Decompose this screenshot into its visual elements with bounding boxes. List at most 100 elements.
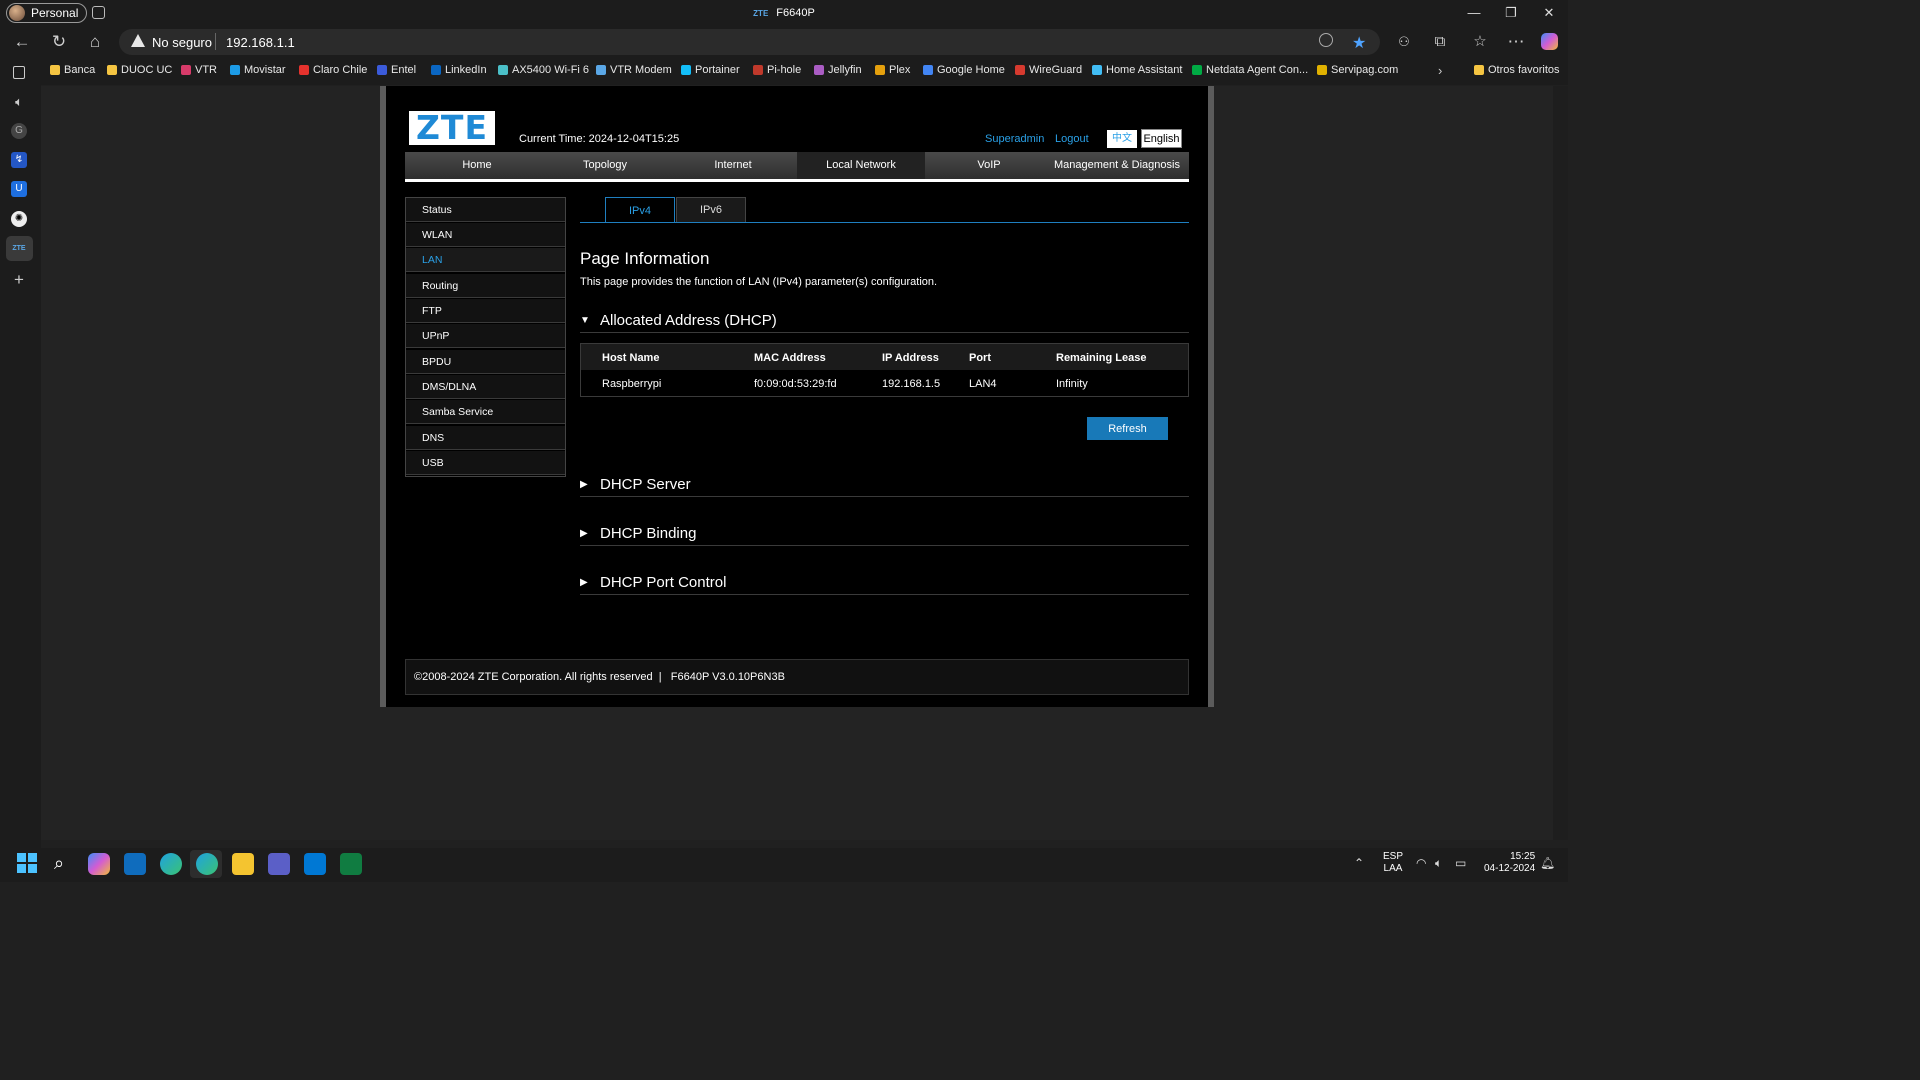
section-dhcp-server[interactable]: ▶ DHCP Server <box>580 473 1189 497</box>
th-mac-address: MAC Address <box>754 352 826 364</box>
user-link[interactable]: Superadmin <box>985 133 1044 145</box>
section-allocated-address[interactable]: ▼ Allocated Address (DHCP) <box>580 309 1189 333</box>
cell-port: LAN4 <box>969 378 997 390</box>
restore-icon[interactable]: ❐ <box>1496 4 1526 22</box>
chevron-up-icon[interactable]: ⌃ <box>1354 856 1364 870</box>
menu-samba[interactable]: Samba Service <box>406 400 565 424</box>
tab-ipv4[interactable]: IPv4 <box>605 197 675 223</box>
menu-status[interactable]: Status <box>406 198 565 222</box>
input-language[interactable]: ESP LAA <box>1383 851 1403 875</box>
vscode-icon[interactable] <box>304 853 326 875</box>
menu-wlan[interactable]: WLAN <box>406 223 565 247</box>
bookmark-item[interactable]: Pi-hole <box>753 64 801 76</box>
clock-time: 15:25 <box>1510 851 1536 862</box>
section-title: DHCP Port Control <box>600 574 727 591</box>
clock[interactable]: 15:25 04-12-2024 <box>1484 851 1535 875</box>
bookmark-item[interactable]: Home Assistant <box>1092 64 1182 76</box>
bookmark-item[interactable]: Jellyfin <box>814 64 862 76</box>
nav-voip[interactable]: VoIP <box>925 152 1053 179</box>
nav-local-network[interactable]: Local Network <box>797 152 925 179</box>
menu-dms-dlna[interactable]: DMS/DLNA <box>406 375 565 399</box>
section-dhcp-binding[interactable]: ▶ DHCP Binding <box>580 522 1189 546</box>
bookmark-item[interactable]: WireGuard <box>1015 64 1082 76</box>
reader-mode-icon[interactable] <box>1319 33 1333 47</box>
bookmark-item[interactable]: Servipag.com <box>1317 64 1398 76</box>
favorites-icon[interactable]: ☆ <box>1471 33 1489 51</box>
tab-ipv6[interactable]: IPv6 <box>676 197 746 222</box>
bookmark-item[interactable]: LinkedIn <box>431 64 487 76</box>
zte-app-icon[interactable]: ZTE <box>11 241 27 257</box>
bookmark-item[interactable]: Movistar <box>230 64 286 76</box>
more-menu-icon[interactable]: ⋯ <box>1507 33 1525 51</box>
lang-english-button[interactable]: English <box>1141 129 1182 148</box>
app-icon[interactable]: ↯ <box>11 152 27 168</box>
volume-icon[interactable]: 🔈︎ <box>1435 856 1442 871</box>
nav-internet[interactable]: Internet <box>669 152 797 179</box>
scrollbar[interactable] <box>1553 86 1568 840</box>
extensions-icon[interactable]: ⧉ <box>1431 33 1449 51</box>
bookmark-item[interactable]: Plex <box>875 64 910 76</box>
menu-upnp[interactable]: UPnP <box>406 324 565 348</box>
lang-chinese-button[interactable]: 中文 <box>1107 130 1137 148</box>
bookmark-label: Jellyfin <box>828 64 862 76</box>
minimize-icon[interactable]: — <box>1459 4 1489 22</box>
file-explorer-icon[interactable] <box>232 853 254 875</box>
security-label[interactable]: No seguro <box>152 35 212 50</box>
menu-dns[interactable]: DNS <box>406 426 565 450</box>
bookmark-item[interactable]: Entel <box>377 64 416 76</box>
menu-routing[interactable]: Routing <box>406 274 565 298</box>
back-icon[interactable]: ← <box>13 33 31 51</box>
refresh-button[interactable]: Refresh <box>1087 417 1168 440</box>
menu-usb[interactable]: USB <box>406 451 565 475</box>
chevron-right-icon[interactable]: › <box>1438 63 1442 78</box>
teams-icon[interactable] <box>268 853 290 875</box>
bookmark-favicon-icon <box>681 65 691 75</box>
nav-home[interactable]: Home <box>413 152 541 179</box>
nav-management[interactable]: Management & Diagnosis <box>1053 152 1181 179</box>
edge-icon[interactable] <box>196 853 218 875</box>
wifi-icon[interactable]: ◠ <box>1416 856 1426 870</box>
extension-icon[interactable]: ⚇ <box>1395 33 1413 51</box>
u-app-icon[interactable]: U <box>11 181 27 197</box>
warning-icon[interactable] <box>131 34 145 47</box>
reload-icon[interactable]: ↻ <box>50 33 68 51</box>
close-icon[interactable]: ✕ <box>1534 4 1564 22</box>
menu-bpdu[interactable]: BPDU <box>406 350 565 374</box>
tab-list-icon[interactable] <box>13 66 25 79</box>
battery-icon[interactable]: ▭ <box>1455 856 1466 870</box>
other-favorites[interactable]: Otros favoritos <box>1474 64 1560 76</box>
page-description: This page provides the function of LAN (… <box>580 276 938 288</box>
bookmark-item[interactable]: DUOC UC <box>107 64 172 76</box>
bookmark-item[interactable]: Google Home <box>923 64 1005 76</box>
menu-ftp[interactable]: FTP <box>406 299 565 323</box>
bookmark-item[interactable]: AX5400 Wi-Fi 6 <box>498 64 589 76</box>
edge-dev-icon[interactable] <box>160 853 182 875</box>
notification-icon[interactable]: 🔔︎ <box>1540 856 1555 870</box>
google-icon[interactable]: G <box>11 123 27 139</box>
bookmark-item[interactable]: VTR Modem <box>596 64 672 76</box>
logout-link[interactable]: Logout <box>1055 133 1089 145</box>
section-dhcp-port-control[interactable]: ▶ DHCP Port Control <box>580 571 1189 595</box>
speaker-icon[interactable]: 🔈︎ <box>11 94 27 110</box>
bookmark-item[interactable]: Claro Chile <box>299 64 367 76</box>
bookmark-item[interactable]: VTR <box>181 64 217 76</box>
add-icon[interactable]: + <box>11 271 27 288</box>
bookmark-item[interactable]: Banca <box>50 64 95 76</box>
menu-lan[interactable]: LAN <box>406 248 565 272</box>
copilot-icon[interactable] <box>1541 33 1558 50</box>
address-bar[interactable] <box>119 29 1380 55</box>
url-text[interactable]: 192.168.1.1 <box>226 35 295 50</box>
start-icon[interactable] <box>17 853 37 873</box>
bookmark-item[interactable]: Portainer <box>681 64 740 76</box>
excel-icon[interactable] <box>340 853 362 875</box>
search-icon[interactable]: ⌕ <box>54 853 64 874</box>
copilot-taskbar-icon[interactable] <box>88 853 110 875</box>
nav-topology[interactable]: Topology <box>541 152 669 179</box>
home-icon[interactable]: ⌂ <box>86 33 104 51</box>
clock-date: 04-12-2024 <box>1484 863 1536 874</box>
outlook-icon[interactable] <box>124 853 146 875</box>
bookmark-item[interactable]: Netdata Agent Con... <box>1192 64 1308 76</box>
bookmark-favicon-icon <box>50 65 60 75</box>
chatgpt-icon[interactable]: ✺ <box>11 211 27 227</box>
favorite-star-icon[interactable]: ★ <box>1352 33 1366 53</box>
